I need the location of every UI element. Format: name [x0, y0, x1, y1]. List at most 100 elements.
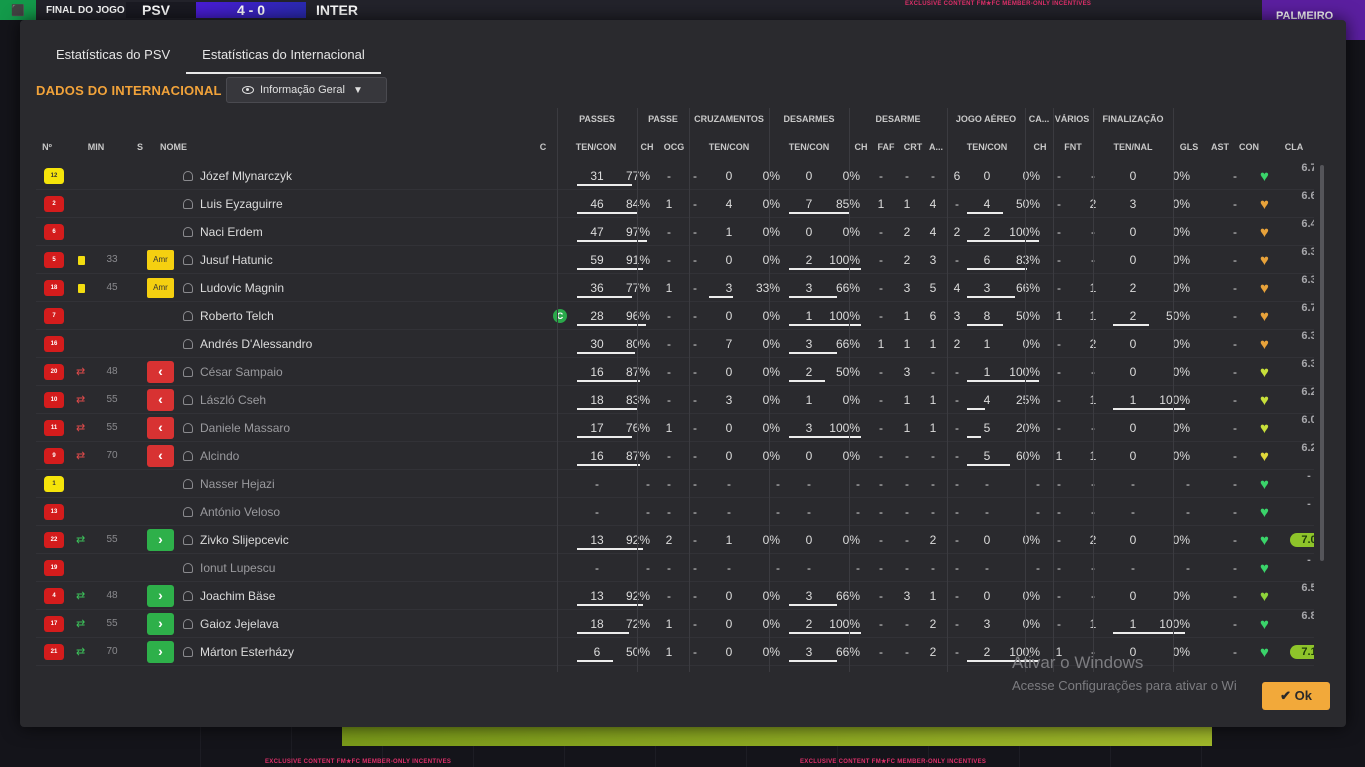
substitution-out-button[interactable]: ‹	[147, 389, 174, 411]
table-row[interactable]: 11⇄55‹Daniele Massaro1776%1-00%3100%-11-…	[36, 414, 1314, 442]
ok-button[interactable]: ✔ Ok	[1262, 682, 1330, 710]
table-row[interactable]: 12Józef Mlynarczyk3177%--00%00%---600%--…	[36, 162, 1314, 190]
ratio-bar	[967, 268, 1027, 270]
player-name[interactable]: Daniele Massaro	[200, 414, 500, 442]
column-header[interactable]: CH	[1032, 142, 1048, 152]
substitution-out-button[interactable]: ‹	[147, 361, 174, 383]
column-header[interactable]: TEN/CON	[696, 142, 762, 152]
stat-cell: 0%	[762, 421, 780, 435]
stat-cell: -	[1057, 337, 1061, 351]
column-header[interactable]: NOME	[160, 142, 200, 152]
ratio-bar	[577, 548, 644, 550]
player-name[interactable]: Ionut Lupescu	[200, 554, 500, 582]
table-row[interactable]: 1Nasser Hejazi-------------------♥-	[36, 470, 1314, 498]
table-row[interactable]: 10⇄55‹László Cseh1883%--30%10%-11-425%-1…	[36, 386, 1314, 414]
stat-cell: 55	[106, 534, 118, 545]
player-name[interactable]: Józef Mlynarczyk	[200, 162, 500, 190]
rating-value: 6.2	[1301, 386, 1314, 398]
stat-cell: -	[955, 617, 959, 631]
player-name[interactable]: Luis Eyzaguirre	[200, 190, 500, 218]
player-name[interactable]: Nasser Hejazi	[200, 470, 500, 498]
ratio-bar	[789, 352, 837, 354]
column-header[interactable]: TEN/CON	[952, 142, 1022, 152]
column-header[interactable]: CRT	[902, 142, 924, 152]
player-name[interactable]: Joachim Bäse	[200, 582, 500, 610]
table-row[interactable]: 1845AmrLudovic Magnin3677%1-333%366%-354…	[36, 274, 1314, 302]
stat-cell: -	[955, 421, 959, 435]
stat-cell: 0	[983, 589, 991, 603]
player-name[interactable]: Zivko Slijepcevic	[200, 526, 500, 554]
stat-cell: 0%	[1172, 281, 1190, 295]
player-name[interactable]: Alcindo	[200, 442, 500, 470]
table-row[interactable]: 533AmrJusuf Hatunic5991%--00%2100%-23-68…	[36, 246, 1314, 274]
stat-cell: 0	[725, 617, 733, 631]
column-header[interactable]: A...	[928, 142, 944, 152]
player-name[interactable]: António Veloso	[200, 498, 500, 526]
stat-cell: -	[856, 477, 860, 491]
table-row[interactable]: 22⇄55›Zivko Slijepcevic1392%2-10%00%--2-…	[36, 526, 1314, 554]
table-row[interactable]: 17⇄55›Gaioz Jejelava1872%1-00%2100%--2-3…	[36, 610, 1314, 638]
column-header[interactable]: AST	[1208, 142, 1232, 152]
stat-cell: 1	[805, 393, 813, 407]
player-name[interactable]: Ludovic Magnin	[200, 274, 500, 302]
substitution-in-button[interactable]: ›	[147, 585, 174, 607]
stat-cell: -	[931, 561, 935, 575]
column-header[interactable]: CH	[852, 142, 870, 152]
table-row[interactable]: 2Luis Eyzaguirre4684%1-40%785%114-450%-2…	[36, 190, 1314, 218]
table-row[interactable]: 16Andrés D'Alessandro3080%--70%366%11121…	[36, 330, 1314, 358]
substitution-in-button[interactable]: ›	[147, 613, 174, 635]
stat-cell: 3	[953, 309, 961, 323]
table-row[interactable]: 7Roberto TelchC2896%--00%1100%-163850%11…	[36, 302, 1314, 330]
column-header[interactable]: OCG	[662, 142, 686, 152]
column-header[interactable]: TEN/NAL	[1102, 142, 1164, 152]
column-header[interactable]: TEN/CON	[776, 142, 842, 152]
condition-heart-icon: ♥	[1260, 616, 1269, 633]
column-header[interactable]: FNT	[1060, 142, 1086, 152]
ratio-bar	[789, 660, 837, 662]
stat-cell: 0%	[762, 533, 780, 547]
stat-cell: -	[985, 561, 989, 575]
player-name[interactable]: Roberto Telch	[200, 302, 500, 330]
player-name[interactable]: Gaioz Jejelava	[200, 610, 500, 638]
table-row[interactable]: 4⇄48›Joachim Bäse1392%--00%366%-31-00%--…	[36, 582, 1314, 610]
substitution-out-button[interactable]: ‹	[147, 445, 174, 467]
player-name[interactable]: César Sampaio	[200, 358, 500, 386]
column-header[interactable]: Nº	[40, 142, 54, 152]
column-header[interactable]: C	[536, 142, 550, 152]
column-header[interactable]: CON	[1234, 142, 1264, 152]
table-row[interactable]: 19Ionut Lupescu-------------------♥-	[36, 554, 1314, 582]
stat-cell: -	[667, 477, 671, 491]
column-header[interactable]: CH	[638, 142, 656, 152]
stat-cell: 0%	[1172, 449, 1190, 463]
player-name[interactable]: Márton Esterházy	[200, 638, 500, 666]
substitution-in-button[interactable]: ›	[147, 529, 174, 551]
group-header: CA...	[1028, 114, 1050, 124]
stat-cell: 0	[983, 169, 991, 183]
ratio-bar	[789, 436, 861, 438]
column-header[interactable]: CLA	[1276, 142, 1312, 152]
stat-cell	[1196, 470, 1214, 498]
person-icon	[183, 171, 193, 181]
substitution-in-button[interactable]: ›	[147, 641, 174, 663]
column-header[interactable]: MIN	[82, 142, 110, 152]
player-name[interactable]: László Cseh	[200, 386, 500, 414]
table-row[interactable]: 9⇄70‹Alcindo1687%--00%00%----560%1100%-♥…	[36, 442, 1314, 470]
scrollbar[interactable]	[1320, 165, 1324, 561]
table-row[interactable]: 13António Veloso-------------------♥-	[36, 498, 1314, 526]
player-name[interactable]: Andrés D'Alessandro	[200, 330, 500, 358]
player-name[interactable]: Jusuf Hatunic	[200, 246, 500, 274]
stat-cell: -	[1233, 337, 1237, 351]
shirt-number-icon: 20	[44, 364, 64, 380]
ratio-bar	[1113, 324, 1149, 326]
player-name[interactable]: Naci Erdem	[200, 218, 500, 246]
stat-cell: 55	[106, 422, 118, 433]
substitution-out-button[interactable]: ‹	[147, 417, 174, 439]
stat-cell	[98, 218, 126, 246]
table-row[interactable]: 6Naci Erdem4797%--10%00%-2422100%--00%-♥…	[36, 218, 1314, 246]
stat-cell: 0%	[762, 365, 780, 379]
table-row[interactable]: 20⇄48‹César Sampaio1687%--00%250%-3--110…	[36, 358, 1314, 386]
column-header[interactable]: TEN/CON	[568, 142, 624, 152]
column-header[interactable]: GLS	[1178, 142, 1200, 152]
column-header[interactable]: FAF	[876, 142, 896, 152]
column-header[interactable]: S	[134, 142, 146, 152]
